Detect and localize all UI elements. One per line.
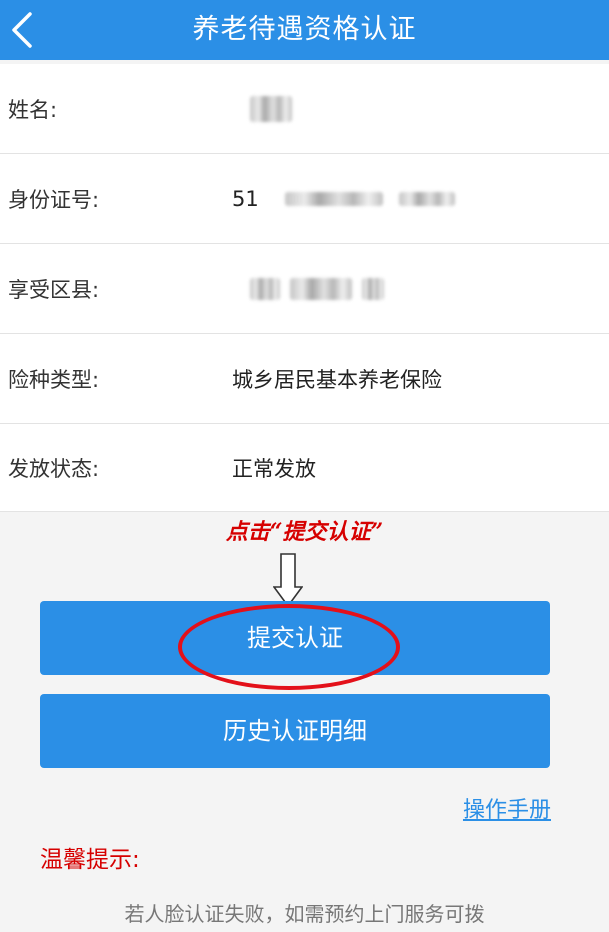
annotation-hint: 点击“提交认证”: [225, 519, 384, 545]
id-row: 身份证号: 51: [0, 154, 609, 244]
operation-manual-link[interactable]: 操作手册: [463, 792, 551, 824]
id-label: 身份证号:: [8, 187, 100, 212]
district-label: 享受区县:: [8, 277, 100, 302]
insurance-value: 城乡居民基本养老保险: [232, 367, 442, 392]
name-row: 姓名:: [0, 64, 609, 154]
masked-text: [284, 191, 383, 206]
district-row: 享受区县:: [0, 244, 609, 334]
masked-text: [250, 277, 280, 300]
id-value: 51: [232, 187, 455, 211]
header-bar: 养老待遇资格认证: [0, 0, 609, 60]
page-title: 养老待遇资格认证: [192, 14, 417, 45]
name-label: 姓名:: [8, 97, 58, 122]
status-row: 发放状态: 正常发放: [0, 424, 609, 512]
district-value-masked: [232, 277, 384, 300]
down-arrow-icon: [273, 553, 303, 607]
id-prefix: 51: [232, 186, 259, 211]
annotation-circle: [178, 604, 400, 690]
info-list: 姓名: 身份证号: 51 享受区县: 险种类型: 城乡居民基本养老保险 发放状态…: [0, 64, 609, 512]
masked-text: [250, 95, 292, 122]
masked-text: [398, 191, 455, 206]
masked-text: [290, 277, 352, 300]
tips-text: 若人脸认证失败，如需预约上门服务可拨: [124, 902, 485, 926]
insurance-row: 险种类型: 城乡居民基本养老保险: [0, 334, 609, 424]
history-certification-button[interactable]: 历史认证明细: [40, 694, 550, 768]
masked-text: [362, 277, 384, 300]
tips-title: 温馨提示:: [40, 847, 140, 873]
insurance-label: 险种类型:: [8, 367, 100, 392]
status-value: 正常发放: [232, 456, 316, 481]
status-label: 发放状态:: [8, 456, 100, 481]
name-value-masked: [232, 95, 292, 122]
